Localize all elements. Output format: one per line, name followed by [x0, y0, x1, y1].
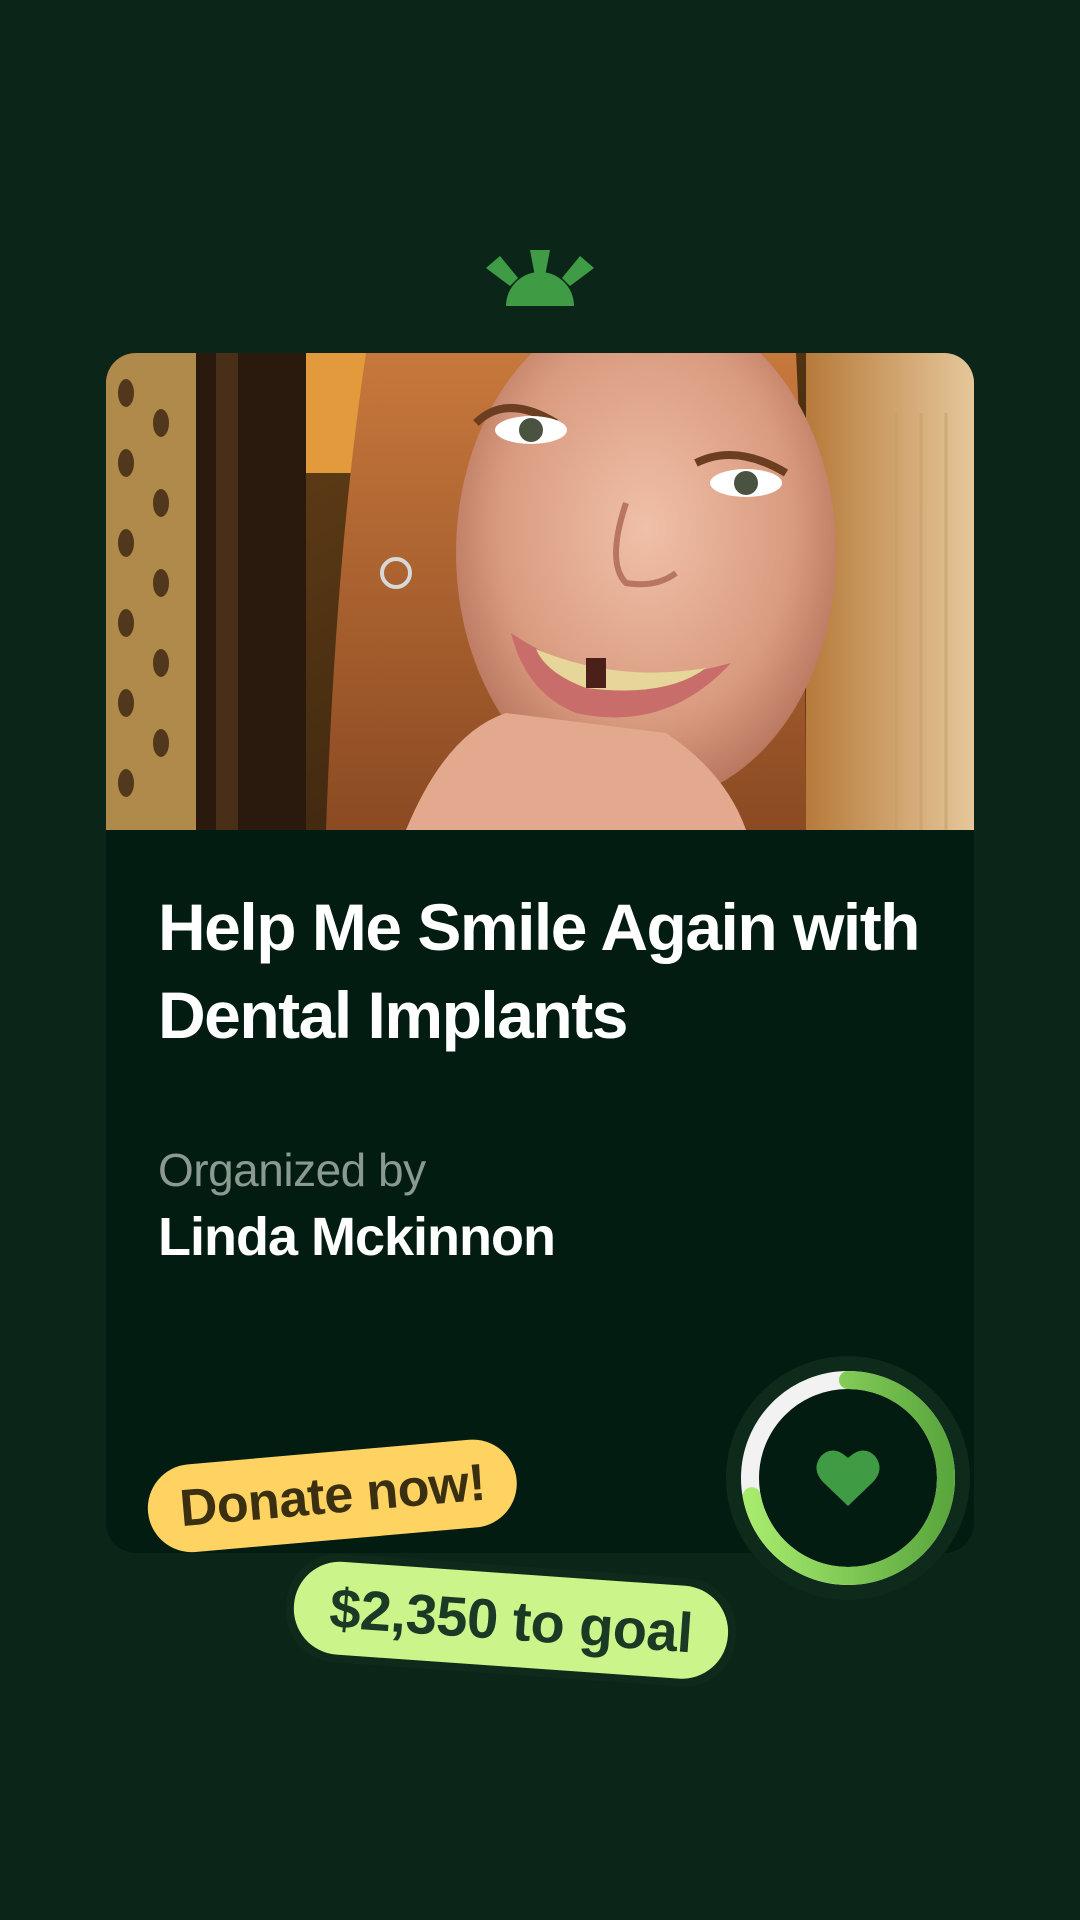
campaign-title: Help Me Smile Again with Dental Implants: [158, 890, 921, 1052]
campaign-photo: [106, 353, 974, 830]
goal-amount-label: $2,350 to goal: [290, 1558, 732, 1682]
progress-ring: [726, 1356, 970, 1600]
organizer-name: Linda Mckinnon: [158, 1207, 556, 1267]
goal-badge: $2,350 to goal: [282, 1550, 741, 1691]
sunrise-logo-icon: [486, 246, 594, 306]
organized-by-label: Organized by: [158, 1144, 426, 1196]
